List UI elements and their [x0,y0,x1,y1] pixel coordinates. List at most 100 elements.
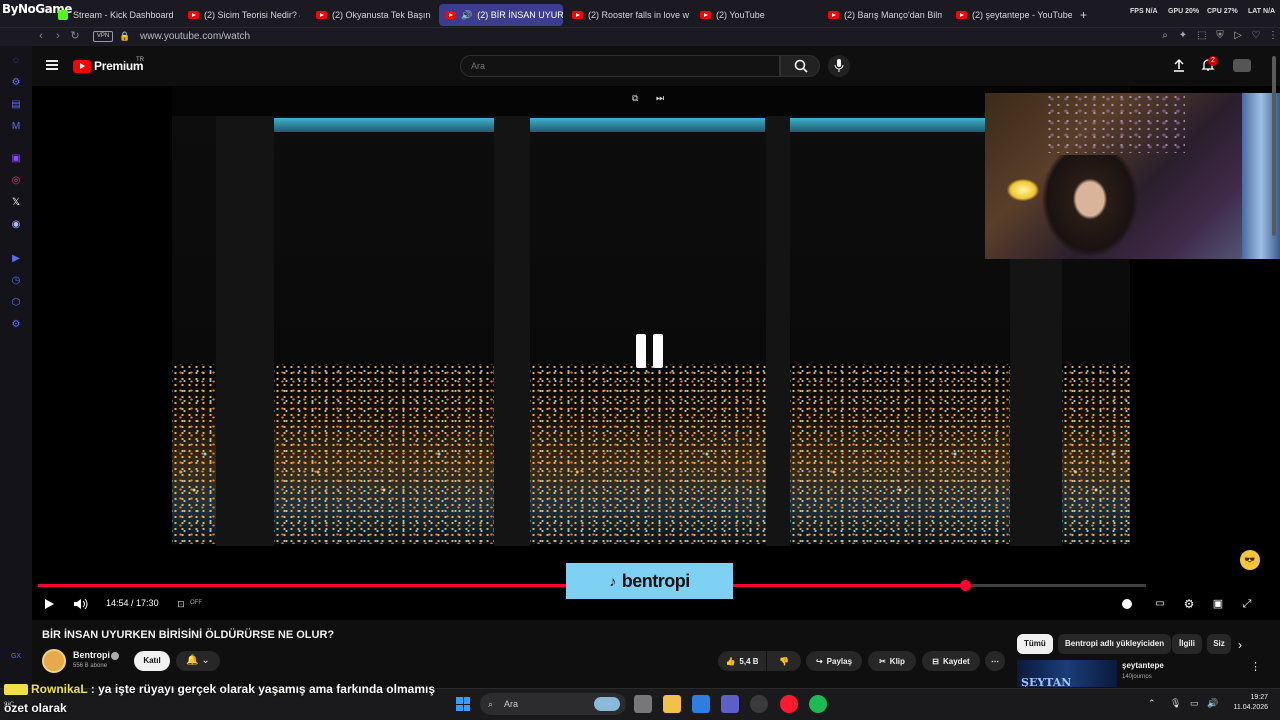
fullscreen-icon[interactable]: ⤢ [1239,596,1255,612]
spotify-icon[interactable] [809,695,827,713]
chip-related[interactable]: İlgili [1172,634,1202,654]
taskbar-search[interactable]: ⌕ Ara [480,693,626,715]
window-pane-center [530,116,766,544]
search-input[interactable] [460,55,780,77]
recommendation-channel[interactable]: 140journos [1122,674,1152,680]
file-explorer-icon[interactable] [663,695,681,713]
tab-kick-dashboard[interactable]: Stream - Kick Dashboard [58,4,180,26]
pinboard-icon[interactable]: ⬡ [9,296,23,310]
instagram-icon[interactable]: ◎ [9,174,23,188]
steam-icon[interactable] [750,695,768,713]
youtube-logo[interactable]: Premium TR [73,57,144,73]
chip-you[interactable]: Siz [1207,634,1231,654]
clip-button[interactable]: ✂ Klip [868,651,916,671]
opera-gx-icon[interactable] [780,695,798,713]
avatar[interactable] [1233,59,1251,72]
settings-icon[interactable]: ⚙ [9,318,23,332]
youtube-icon [572,11,583,19]
lock-icon[interactable]: 🔒 [118,29,132,43]
dislike-button[interactable]: 👎 [767,651,801,671]
heart-icon[interactable]: ♡ [1250,30,1262,42]
miniplayer-button-icon[interactable]: ▣ [1210,596,1226,612]
tiktok-watermark: ♪ bentropi [566,563,733,599]
menu-dots-icon[interactable]: ⋮ [1267,30,1279,42]
subtitles-icon[interactable]: ▭ [1152,596,1168,612]
more-dots-icon: ⋯ [991,656,999,666]
menu-icon[interactable] [46,60,58,70]
play-button[interactable] [42,596,56,612]
miniplayer-icon[interactable]: ⧉ [632,93,638,104]
play-icon[interactable]: ▷ [1232,30,1244,42]
url-field[interactable]: www.youtube.com/watch [140,31,250,42]
bookmark-icon: ⊟ [932,656,939,666]
tab-baris-manco[interactable]: (2) Barış Manço'dan Bilme [828,4,942,26]
twitch-icon[interactable]: ▣ [9,152,23,166]
chip-all[interactable]: Tümü [1017,634,1053,654]
autoplay-toggle[interactable] [1120,596,1134,612]
x-icon[interactable]: 𝕏 [9,196,23,210]
upload-icon[interactable] [1172,58,1186,72]
skip-icon[interactable]: ⏭ [656,93,664,104]
mic-tray-icon[interactable]: 🎙 [1170,698,1181,709]
outlook-icon[interactable] [692,695,710,713]
youtube-icon [316,11,327,19]
extension-icon[interactable]: ✦ [1177,30,1189,42]
screenshot-icon[interactable]: ⬚ [1196,30,1208,42]
settings-gear-icon[interactable]: ⚙ [1181,596,1197,612]
gx-corner-icon[interactable]: ◌ [9,54,23,68]
display-tray-icon[interactable]: ▭ [1190,698,1199,709]
share-icon: ↪ [815,656,823,666]
like-button[interactable]: 👍 5,4 B [718,651,766,671]
task-view-icon[interactable] [634,695,652,713]
reload-icon[interactable]: ↻ [68,29,82,43]
more-actions-button[interactable]: ⋯ [985,651,1005,671]
recommendation-menu-icon[interactable]: ⋮ [1250,660,1261,673]
tray-chevron-icon[interactable]: ⌃ [1148,698,1156,709]
play-icon [45,599,54,609]
tab-youtube[interactable]: (2) YouTube [700,4,810,26]
emoji-overlay-icon: 😎 [1240,550,1260,570]
join-button[interactable]: Katıl [134,651,170,671]
recommendation-title[interactable]: şeytantepe [1122,661,1164,670]
back-icon[interactable]: ‹ [34,29,48,43]
zoom-icon[interactable]: ⌕ [1159,30,1171,42]
recommendation-thumbnail[interactable]: ŞEYTAN [1017,660,1117,687]
discord-icon[interactable]: ◉ [9,218,23,232]
chip-from-uploader[interactable]: Bentropi adlı yükleyiciden [1058,634,1172,654]
history-icon[interactable]: ◷ [9,274,23,288]
shield-icon[interactable]: ⛨ [1214,30,1226,42]
volume-tray-icon[interactable]: 🔊 [1207,698,1218,709]
taskbar-clock[interactable]: 19:27 11.04.2026 [1226,693,1268,713]
channel-name[interactable]: Bentropi [73,650,110,660]
save-button[interactable]: ⊟ Kaydet [922,651,980,671]
search-button[interactable] [780,55,820,77]
share-button[interactable]: ↪ Paylaş [806,651,862,671]
gx-cleaner-icon[interactable]: ▤ [9,98,23,112]
channel-avatar[interactable] [42,649,66,673]
tab-rooster[interactable]: (2) Rooster falls in love w [572,4,690,26]
gx-control-icon[interactable]: ⚙ [9,76,23,90]
thumbs-up-icon: 👍 [725,656,736,666]
volume-button[interactable] [72,596,90,612]
tab-okyanusta[interactable]: (2) Okyanusta Tek Başına [316,4,430,26]
voice-search-button[interactable] [828,55,850,77]
video-player[interactable]: ⧉ ⏭ [32,86,1280,620]
tab-seytantepe[interactable]: (2) şeytantepe - YouTube [956,4,1072,26]
page-scrollbar[interactable] [1272,56,1276,236]
pause-icon[interactable] [636,334,664,368]
chevron-right-icon[interactable]: › [1238,638,1242,652]
player-icon[interactable]: ▶ [9,252,23,266]
subscribe-bell-button[interactable]: 🔔 ⌄ [176,651,220,671]
teams-icon[interactable] [721,695,739,713]
tab-sicim-teorisi[interactable]: (2) Sicim Teorisi Nedir? 4 [188,4,300,26]
search-icon: ⌕ [488,699,494,709]
new-tab-button[interactable]: + [1080,4,1092,26]
youtube-play-icon [73,59,91,73]
tab-bir-insan-active[interactable]: 🔊 (2) BİR İNSAN UYURK [439,4,563,26]
autoplay-icon[interactable]: ⊡ [174,596,188,612]
messenger-icon[interactable]: M [9,120,23,134]
window-pane-far-left [172,116,216,544]
forward-icon[interactable]: › [51,29,65,43]
vpn-badge[interactable]: VPN [93,31,113,42]
volume-icon [74,598,88,610]
